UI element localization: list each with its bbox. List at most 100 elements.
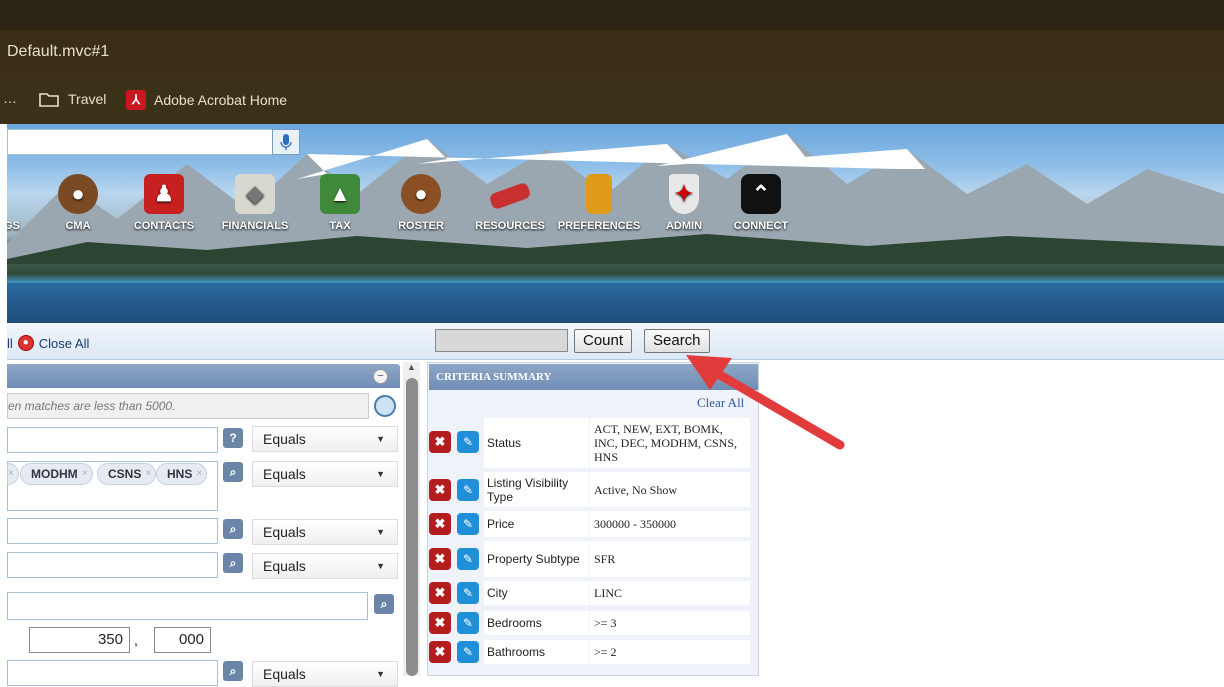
- price-separator: ,: [134, 632, 138, 648]
- site-search-input[interactable]: [7, 129, 272, 155]
- delete-icon[interactable]: ✖: [429, 548, 451, 570]
- edit-pencil-icon[interactable]: ✎: [457, 479, 479, 501]
- criteria-label: Price: [484, 511, 589, 537]
- bookmark-overflow[interactable]: …: [3, 90, 17, 106]
- collapse-button[interactable]: −: [373, 369, 388, 384]
- tag-item: HNS ×: [156, 463, 208, 485]
- criteria-input-5[interactable]: [7, 592, 368, 620]
- criteria-value: >= 3: [590, 611, 750, 635]
- nav-connect-label: CONNECT: [733, 220, 789, 232]
- rocks-icon: ◆: [235, 174, 275, 214]
- address-bar[interactable]: Default.mvc#1: [0, 30, 1224, 74]
- nav-tax-label: TAX: [329, 220, 351, 232]
- operator-select-1[interactable]: Equals ▼: [252, 426, 398, 452]
- operator-select-5[interactable]: Equals ▼: [252, 661, 398, 687]
- nav-preferences[interactable]: PREFERENCES: [554, 174, 644, 232]
- nav-contacts[interactable]: ♟ CONTACTS: [119, 174, 209, 232]
- caret-down-icon: ▼: [376, 669, 385, 679]
- bookmark-acrobat[interactable]: ⅄ Adobe Acrobat Home: [126, 90, 287, 110]
- nav-roster-label: ROSTER: [398, 220, 444, 232]
- close-all-button[interactable]: ll ● Close All: [7, 335, 89, 351]
- caret-down-icon: ▼: [376, 469, 385, 479]
- delete-icon[interactable]: ✖: [429, 612, 451, 634]
- criteria-input-3[interactable]: [7, 518, 218, 544]
- nav-connect[interactable]: ⌃ CONNECT: [716, 174, 806, 232]
- scroll-up-icon[interactable]: ▲: [405, 362, 418, 374]
- operator-select-2[interactable]: Equals ▼: [252, 461, 398, 487]
- nav-tax[interactable]: ▲ TAX: [295, 174, 385, 232]
- shield-icon: ✦: [669, 174, 699, 214]
- tag-label: HNS: [167, 467, 193, 481]
- lookup-search-icon[interactable]: ⌕: [223, 661, 243, 681]
- delete-icon[interactable]: ✖: [429, 431, 451, 453]
- edit-pencil-icon[interactable]: ✎: [457, 513, 479, 535]
- criteria-label: Bathrooms: [484, 640, 589, 664]
- scrollbar-thumb[interactable]: [406, 378, 418, 676]
- nav-resources[interactable]: RESOURCES: [465, 174, 555, 232]
- lookup-search-icon[interactable]: ⌕: [223, 553, 243, 573]
- price-input[interactable]: 350: [29, 627, 130, 653]
- bookmark-travel[interactable]: Travel: [38, 90, 106, 108]
- criteria-input-1[interactable]: [7, 427, 218, 453]
- edit-pencil-icon[interactable]: ✎: [457, 641, 479, 663]
- bookmarks-bar: … Travel ⅄ Adobe Acrobat Home: [0, 74, 1224, 124]
- remove-tag-icon[interactable]: ×: [197, 464, 203, 484]
- criteria-value: LINC: [590, 581, 750, 605]
- delete-icon[interactable]: ✖: [429, 641, 451, 663]
- annotation-arrow-icon: [686, 355, 845, 450]
- delete-icon[interactable]: ✖: [429, 479, 451, 501]
- close-icon: ●: [17, 335, 34, 351]
- remove-tag-icon[interactable]: ×: [146, 464, 152, 484]
- count-result-field[interactable]: [435, 329, 568, 352]
- lookup-search-icon[interactable]: ⌕: [223, 519, 243, 539]
- globe-icon[interactable]: [374, 395, 396, 417]
- canoe-icon: [488, 181, 532, 211]
- lookup-search-icon[interactable]: ⌕: [374, 594, 394, 614]
- nav-financials-label: FINANCIALS: [221, 220, 289, 232]
- folder-icon: [39, 93, 59, 107]
- edit-pencil-icon[interactable]: ✎: [457, 548, 479, 570]
- nav-cma[interactable]: ● CMA: [33, 174, 123, 232]
- tag-label: MODHM: [31, 467, 78, 481]
- tag-item: CSNS ×: [97, 463, 157, 485]
- trees-icon: ▲: [320, 174, 360, 214]
- lookup-search-icon[interactable]: ⌕: [223, 462, 243, 482]
- bookmark-acrobat-label: Adobe Acrobat Home: [154, 92, 288, 108]
- listings-icon: [7, 174, 32, 214]
- beaver-icon: ●: [401, 174, 441, 214]
- operator-5-label: Equals: [263, 666, 306, 682]
- criteria-label: Status: [484, 418, 589, 468]
- criteria-label: City: [484, 581, 589, 605]
- nav-cma-label: CMA: [65, 220, 91, 232]
- remove-tag-icon[interactable]: ×: [82, 464, 88, 484]
- criteria-label: Property Subtype: [484, 541, 589, 577]
- operator-select-4[interactable]: Equals ▼: [252, 553, 398, 579]
- nav-strip: [7, 283, 1224, 323]
- microphone-icon: [280, 134, 292, 150]
- price-thousands-input[interactable]: 000: [154, 627, 211, 653]
- help-icon[interactable]: ?: [223, 428, 243, 448]
- count-button[interactable]: Count: [574, 329, 633, 353]
- bookmark-travel-label: Travel: [68, 91, 107, 107]
- delete-icon[interactable]: ✖: [429, 513, 451, 535]
- edit-pencil-icon[interactable]: ✎: [457, 612, 479, 634]
- delete-icon[interactable]: ✖: [429, 582, 451, 604]
- voice-search-button[interactable]: [272, 129, 300, 155]
- search-hint: en matches are less than 5000.: [7, 393, 369, 419]
- criteria-value: Active, No Show: [590, 472, 750, 507]
- operator-select-3[interactable]: Equals ▼: [252, 519, 398, 545]
- edit-pencil-icon[interactable]: ✎: [457, 582, 479, 604]
- criteria-input-4[interactable]: [7, 552, 218, 578]
- bookmark-overflow-label: …: [3, 90, 17, 106]
- close-prefix-text: ll: [7, 335, 13, 351]
- edit-pencil-icon[interactable]: ✎: [457, 431, 479, 453]
- nav-roster[interactable]: ● ROSTER: [376, 174, 466, 232]
- operator-4-label: Equals: [263, 558, 306, 574]
- browser-top-strip: [0, 0, 1224, 30]
- panel-header: [7, 364, 400, 388]
- nav-contacts-label: CONTACTS: [133, 220, 195, 232]
- nav-financials[interactable]: ◆ FINANCIALS: [210, 174, 300, 232]
- remove-tag-icon[interactable]: ×: [8, 464, 14, 484]
- criteria-label: Listing Visibility Type: [484, 472, 589, 507]
- criteria-input-7[interactable]: [7, 660, 218, 686]
